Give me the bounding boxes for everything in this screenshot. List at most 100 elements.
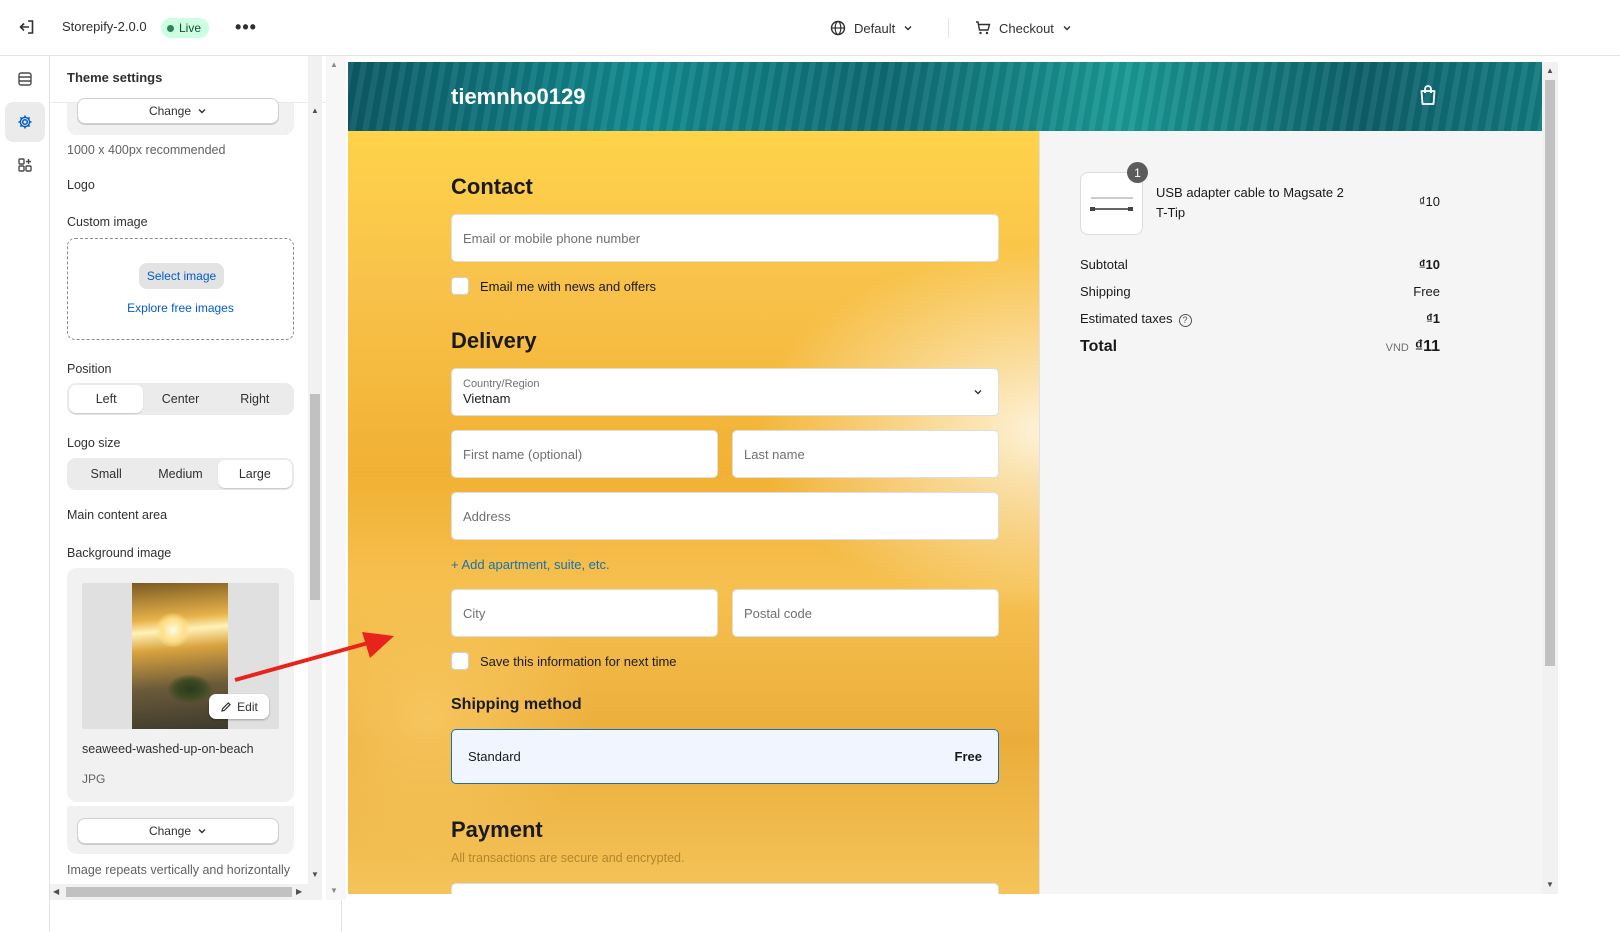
checkbox-box[interactable] bbox=[451, 652, 469, 670]
logo-size-label: Logo size bbox=[67, 436, 121, 450]
first-name-field[interactable]: First name (optional) bbox=[451, 430, 718, 478]
outer-scroll-down[interactable]: ▼ bbox=[330, 886, 338, 895]
quantity-badge: 1 bbox=[1127, 162, 1148, 183]
add-apartment-link[interactable]: + Add apartment, suite, etc. bbox=[451, 557, 610, 572]
postal-code-field[interactable]: Postal code bbox=[732, 589, 999, 637]
edit-image-button[interactable]: Edit bbox=[209, 694, 269, 719]
payment-method-box[interactable] bbox=[451, 883, 999, 894]
subtotal-value: ₫10 bbox=[1418, 257, 1440, 272]
position-center[interactable]: Center bbox=[143, 385, 217, 413]
email-placeholder: Email or mobile phone number bbox=[463, 230, 641, 246]
logo-size-large[interactable]: Large bbox=[217, 460, 292, 488]
country-value: Vietnam bbox=[463, 391, 511, 406]
city-field[interactable]: City bbox=[451, 589, 718, 637]
apps-icon bbox=[18, 158, 32, 172]
email-news-label: Email me with news and offers bbox=[480, 278, 657, 294]
change-banner-button[interactable]: Change bbox=[77, 98, 279, 124]
panel-scroll-thumb[interactable] bbox=[310, 394, 320, 600]
sections-icon bbox=[18, 72, 32, 86]
preview-scrollbar[interactable]: ▲ ▼ bbox=[1542, 62, 1558, 894]
country-select[interactable]: Country/Region Vietnam bbox=[451, 368, 999, 416]
panel-horizontal-scrollbar[interactable]: ◀ ▶ bbox=[50, 884, 308, 900]
outer-scrollbar[interactable]: ▲ ▼ bbox=[326, 56, 346, 900]
checkbox-box[interactable] bbox=[451, 277, 469, 295]
background-image-card: Edit seaweed-washed-up-on-beach JPG bbox=[67, 568, 294, 802]
panel-title: Theme settings bbox=[67, 70, 163, 85]
logo-size-small[interactable]: Small bbox=[69, 460, 143, 488]
last-name-placeholder: Last name bbox=[744, 446, 805, 462]
save-info-checkbox[interactable]: Save this information for next time bbox=[451, 652, 677, 670]
checkout-preview: tiemnho0129 Contact Email or mobile phon… bbox=[348, 62, 1542, 894]
taxes-label: Estimated taxes? bbox=[1080, 311, 1192, 327]
position-left[interactable]: Left bbox=[69, 385, 144, 413]
subtotal-row: Subtotal ₫10 bbox=[1080, 257, 1440, 272]
change-button-label: Change bbox=[148, 824, 192, 838]
file-type: JPG bbox=[82, 772, 106, 786]
more-actions-button[interactable]: ••• bbox=[232, 14, 260, 40]
recommended-size: 1000 x 400px recommended bbox=[67, 143, 226, 157]
cart-button[interactable] bbox=[1418, 84, 1440, 108]
save-info-label: Save this information for next time bbox=[480, 653, 677, 669]
panel-scrollbar[interactable]: ▲ ▼ bbox=[308, 56, 322, 900]
status-badge: Live bbox=[161, 18, 210, 38]
shipping-option-label: Standard bbox=[468, 749, 521, 764]
change-button-label: Change bbox=[148, 104, 192, 118]
divider bbox=[948, 18, 949, 38]
horizontal-scroll-thumb[interactable] bbox=[66, 887, 292, 897]
explore-images-link[interactable]: Explore free images bbox=[68, 301, 293, 315]
address-field[interactable]: Address bbox=[451, 492, 999, 540]
chevron-down-icon bbox=[974, 390, 982, 395]
help-icon[interactable]: ? bbox=[1178, 313, 1192, 327]
last-name-field[interactable]: Last name bbox=[732, 430, 999, 478]
preview-scroll-down[interactable]: ▼ bbox=[1546, 880, 1554, 889]
logo-dropzone[interactable]: Select image Explore free images bbox=[67, 238, 294, 340]
preview-scroll-up[interactable]: ▲ bbox=[1546, 66, 1554, 75]
total-row: Total VND ₫11 bbox=[1080, 338, 1440, 356]
left-rail bbox=[0, 56, 50, 932]
custom-image-label: Custom image bbox=[67, 215, 148, 229]
exit-button[interactable] bbox=[16, 16, 38, 38]
first-name-placeholder: First name (optional) bbox=[463, 446, 583, 462]
chevron-down-icon bbox=[198, 829, 206, 834]
subtotal-label: Subtotal bbox=[1080, 257, 1128, 272]
logo-size-medium[interactable]: Medium bbox=[143, 460, 217, 488]
apps-button[interactable] bbox=[5, 145, 45, 185]
main-content-heading: Main content area bbox=[67, 508, 168, 522]
shipping-row: Shipping Free bbox=[1080, 284, 1440, 299]
position-right[interactable]: Right bbox=[218, 385, 292, 413]
checkout-form: Contact Email or mobile phone number Ema… bbox=[348, 131, 1040, 894]
shipping-value: Free bbox=[1413, 284, 1440, 299]
shipping-method-heading: Shipping method bbox=[451, 696, 582, 713]
more-icon: ••• bbox=[235, 16, 257, 37]
payment-heading: Payment bbox=[451, 817, 543, 842]
sun-glow bbox=[156, 613, 190, 647]
file-name: seaweed-washed-up-on-beach bbox=[82, 742, 254, 756]
edit-label: Edit bbox=[237, 699, 258, 714]
email-field[interactable]: Email or mobile phone number bbox=[451, 214, 999, 262]
preview-scroll-thumb[interactable] bbox=[1545, 80, 1555, 666]
outer-scroll-up[interactable]: ▲ bbox=[330, 60, 338, 69]
scroll-down-arrow[interactable]: ▼ bbox=[311, 870, 319, 879]
sections-button[interactable] bbox=[5, 59, 45, 99]
shipping-option-price: Free bbox=[954, 749, 982, 764]
theme-settings-button[interactable] bbox=[5, 102, 45, 142]
bag-icon bbox=[1420, 85, 1436, 105]
country-label: Country/Region bbox=[463, 378, 540, 390]
store-name[interactable]: tiemnho0129 bbox=[451, 84, 586, 110]
view-select[interactable]: Default bbox=[830, 16, 913, 40]
scroll-right-arrow[interactable]: ▶ bbox=[296, 887, 302, 896]
taxes-value: ₫1 bbox=[1426, 311, 1440, 327]
change-background-button[interactable]: Change bbox=[77, 818, 279, 844]
total-label: Total bbox=[1080, 338, 1118, 355]
select-image-button[interactable]: Select image bbox=[139, 263, 224, 289]
email-news-checkbox[interactable]: Email me with news and offers bbox=[451, 277, 656, 295]
scroll-up-arrow[interactable]: ▲ bbox=[311, 106, 319, 115]
shipping-option-standard[interactable]: Standard Free bbox=[451, 729, 999, 784]
exit-icon bbox=[19, 20, 34, 34]
page-select[interactable]: Checkout bbox=[975, 16, 1072, 40]
address-placeholder: Address bbox=[463, 508, 511, 524]
pencil-icon bbox=[221, 701, 232, 712]
position-label: Position bbox=[67, 362, 112, 376]
scroll-left-arrow[interactable]: ◀ bbox=[53, 887, 59, 896]
total-value: ₫11 bbox=[1414, 338, 1440, 355]
